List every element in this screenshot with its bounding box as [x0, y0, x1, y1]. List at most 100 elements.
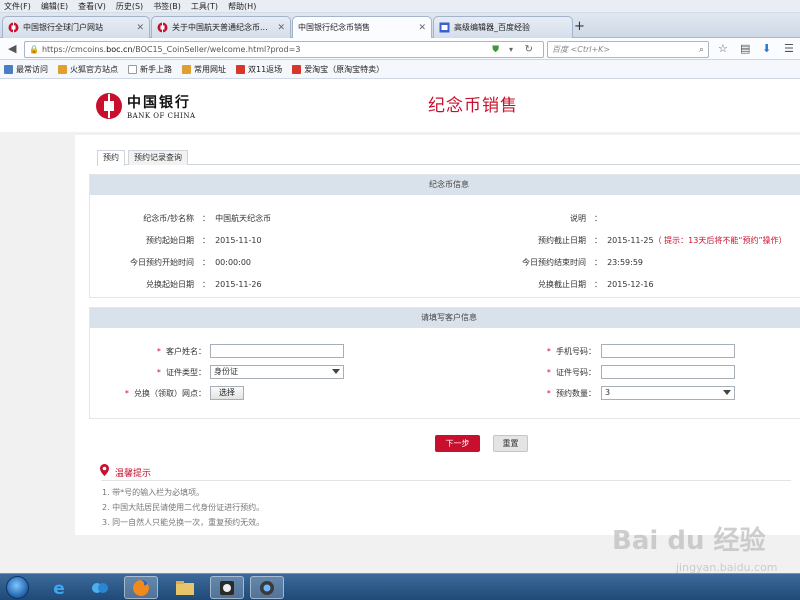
- start-button[interactable]: [6, 576, 29, 599]
- firefox-icon: [133, 579, 149, 596]
- menu-tools[interactable]: 工具(T): [191, 1, 218, 12]
- today-end-time-label: 今日预约结束时间: [522, 258, 586, 267]
- description-value: ：: [594, 214, 608, 223]
- baidu-jingyan-watermark: Bai du 经验: [612, 526, 766, 556]
- menu-edit[interactable]: 编辑(E): [41, 1, 68, 12]
- tab-coin-sale[interactable]: 中国银行纪念币销售 ✕: [292, 16, 432, 38]
- id-number-input[interactable]: [601, 365, 735, 379]
- ie-icon: e: [53, 579, 65, 597]
- reading-list-icon[interactable]: ▤: [740, 42, 750, 55]
- bookmark-label: 火狐官方站点: [70, 64, 118, 74]
- ie-taskbar-icon[interactable]: e: [42, 576, 76, 599]
- app-taskbar-icon[interactable]: [83, 576, 117, 599]
- page-tabs: 预约 预约记录查询: [97, 150, 800, 166]
- page-icon: [128, 64, 137, 74]
- search-icon[interactable]: ⌕: [699, 45, 704, 55]
- customer-info-panel: 请填写客户信息 * 客户姓名： * 证件类型： 身份证 * 兑换（领取）网点： …: [89, 307, 800, 419]
- baidu-editor-icon: [439, 22, 450, 33]
- bookmark-icon: [4, 64, 13, 74]
- new-tab-button[interactable]: +: [574, 19, 585, 34]
- menu-bookmarks[interactable]: 书签(B): [153, 1, 181, 12]
- svg-text:e: e: [53, 579, 65, 597]
- tab-boc-portal[interactable]: 中国银行全球门户网站 ✕: [2, 16, 150, 38]
- phone-input[interactable]: [601, 344, 735, 358]
- tab-baidu-editor[interactable]: 高级编辑器_百度经验: [433, 16, 573, 38]
- today-start-time-label: 今日预约开始时间: [130, 258, 194, 267]
- bookmark-label: 爱淘宝（原淘宝特卖）: [304, 64, 385, 74]
- quantity-select[interactable]: 3: [601, 386, 735, 400]
- close-icon[interactable]: ✕: [136, 23, 144, 33]
- menu-icon[interactable]: ☰: [784, 42, 794, 55]
- boc-logo[interactable]: 中国银行 BANK OF CHINA: [96, 92, 196, 120]
- taobao-icon: [292, 64, 302, 74]
- coin-info-panel: 纪念币信息 纪念币/钞名称 ： 中国航天纪念币 预约起始日期 ： 2015-11…: [89, 174, 800, 298]
- id-type-value: 身份证: [214, 367, 238, 376]
- tab-reserve[interactable]: 预约: [97, 150, 125, 166]
- explorer-taskbar-icon[interactable]: [168, 576, 202, 599]
- dropdown-arrow-icon[interactable]: ▾: [509, 45, 513, 54]
- today-start-time-value: ： 00:00:00: [202, 258, 252, 267]
- deadline-hint: （ 提示：13天后将不能“预约”操作）: [653, 236, 787, 245]
- tab-aerospace-coin[interactable]: 关于中国航天普通纪念币... ✕: [151, 16, 291, 38]
- menu-history[interactable]: 历史(S): [116, 1, 143, 12]
- coin-info-header: 纪念币信息: [90, 175, 800, 195]
- next-step-button[interactable]: 下一步: [435, 435, 480, 452]
- folder-icon: [176, 580, 194, 595]
- customer-name-input[interactable]: [210, 344, 344, 358]
- tab-label: 关于中国航天普通纪念币...: [172, 23, 268, 32]
- bookmark-firefox-site[interactable]: 火狐官方站点: [58, 64, 118, 75]
- menu-view[interactable]: 查看(V): [78, 1, 106, 12]
- search-placeholder: 百度 <Ctrl+K>: [552, 45, 611, 54]
- camera-icon: [260, 580, 274, 595]
- reset-button[interactable]: 重置: [493, 435, 528, 452]
- customer-info-header: 请填写客户信息: [90, 308, 800, 328]
- id-type-select[interactable]: 身份证: [210, 365, 344, 379]
- bank-name-cn: 中国银行: [127, 95, 191, 111]
- phone-label: * 手机号码：: [546, 347, 596, 356]
- search-input[interactable]: 百度 <Ctrl+K> ⌕: [547, 41, 709, 58]
- tip-item: 1. 带*号的输入栏为必填项。: [102, 488, 205, 497]
- reserve-start-date-label: 预约起始日期: [146, 236, 194, 245]
- bookmark-common-sites[interactable]: 常用网址: [182, 64, 226, 75]
- download-icon[interactable]: ⬇: [762, 42, 771, 55]
- id-number-label: * 证件号码：: [546, 368, 596, 377]
- back-icon[interactable]: ◀: [8, 42, 16, 55]
- bookmark-ai-taobao[interactable]: 爱淘宝（原淘宝特卖）: [292, 64, 384, 75]
- tmall-icon: [236, 64, 245, 74]
- boc-emblem-icon: [96, 93, 122, 119]
- menu-help[interactable]: 帮助(H): [228, 1, 256, 12]
- coin-name-label: 纪念币/钞名称: [143, 214, 194, 223]
- tip-item: 3. 同一自然人只能兑换一次，重复预约无效。: [102, 518, 265, 527]
- bookmark-label: 最常访问: [16, 64, 48, 74]
- bookmark-getting-started[interactable]: 新手上路: [128, 64, 172, 75]
- folder-icon: [182, 64, 191, 74]
- folder-icon: [58, 64, 67, 74]
- bookmark-label: 双11返场: [248, 64, 283, 74]
- firefox-taskbar-icon[interactable]: [124, 576, 158, 599]
- tab-label: 中国银行纪念币销售: [298, 23, 370, 32]
- today-end-time-value: ： 23:59:59: [594, 258, 644, 267]
- bookmark-double11[interactable]: 双11返场: [236, 64, 282, 75]
- shield-icon[interactable]: ⛊: [492, 45, 499, 55]
- tab-reservation-records[interactable]: 预约记录查询: [128, 150, 188, 165]
- main-card: 预约 预约记录查询 纪念币信息 纪念币/钞名称 ： 中国航天纪念币 预约起始日期…: [75, 135, 800, 535]
- tip-item: 2. 中国大陆居民请使用二代身份证进行预约。: [102, 503, 265, 512]
- bookmark-star-icon[interactable]: ☆: [718, 42, 728, 55]
- media-player-icon: [220, 580, 234, 595]
- butterfly-app-icon: [92, 582, 108, 593]
- bookmark-most-visited[interactable]: 最常访问: [4, 64, 48, 75]
- menu-file[interactable]: 文件(F): [4, 1, 31, 12]
- close-icon[interactable]: ✕: [277, 23, 285, 33]
- close-icon[interactable]: ✕: [418, 23, 426, 33]
- url-prefix: https://cmcoins.: [41, 45, 107, 54]
- customer-name-label: * 客户姓名：: [156, 347, 206, 356]
- url-suffix: /BOC15_CoinSeller/welcome.html?prod=3: [132, 45, 301, 54]
- address-bar[interactable]: 🔒 https://cmcoins. boc.cn/BOC15_CoinSelle…: [24, 41, 544, 58]
- boc-logo-icon: [8, 22, 19, 33]
- media-taskbar-icon[interactable]: [210, 576, 244, 599]
- exchange-start-date-value: ： 2015-11-26: [202, 280, 262, 289]
- reload-icon[interactable]: ↻: [525, 44, 533, 55]
- camera-taskbar-icon[interactable]: [250, 576, 284, 599]
- choose-branch-button[interactable]: 选择: [210, 386, 244, 400]
- description-label: 说明: [570, 214, 586, 223]
